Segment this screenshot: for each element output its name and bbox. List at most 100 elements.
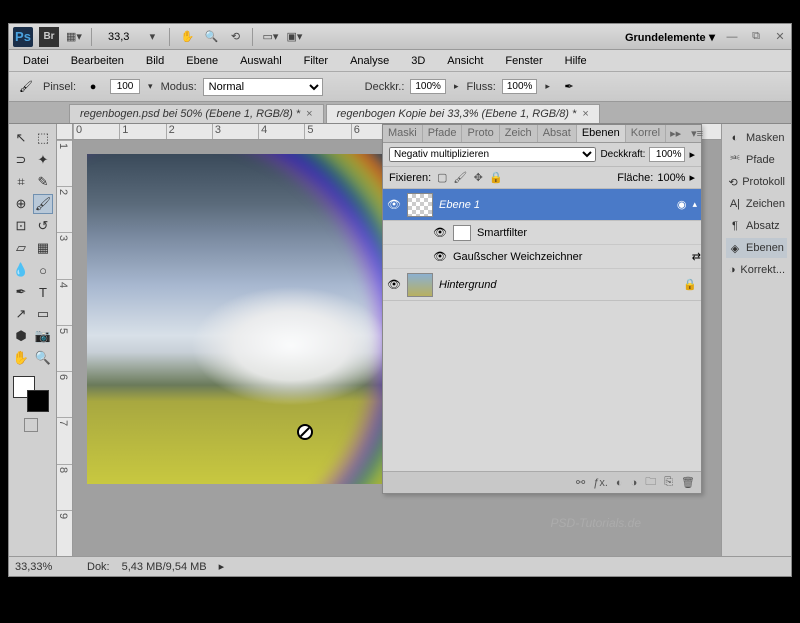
ruler-origin[interactable] — [57, 124, 73, 140]
layer-thumbnail[interactable] — [407, 193, 433, 217]
opacity-slider-icon[interactable]: ▸ — [452, 81, 461, 92]
gradient-tool-icon[interactable]: ▦ — [33, 238, 53, 258]
panel-tab[interactable]: Maski — [383, 125, 423, 142]
tab-close-icon[interactable]: × — [582, 108, 588, 120]
menu-analysis[interactable]: Analyse — [340, 52, 399, 70]
fill-slider-icon[interactable]: ▸ — [689, 171, 695, 184]
dock-absatz[interactable]: ¶Absatz — [726, 216, 787, 236]
move-tool-icon[interactable]: ↖ — [11, 128, 31, 148]
expand-icon[interactable]: ▴ — [692, 199, 697, 210]
brush-tool-icon[interactable]: 🖌 — [33, 194, 53, 214]
flow-input[interactable]: 100% — [502, 79, 538, 94]
maximize-button[interactable]: ⧉ — [749, 30, 763, 44]
menu-file[interactable]: Datei — [13, 52, 59, 70]
zoom-tool-icon[interactable]: 🔍 — [33, 348, 53, 368]
brush-preview-icon[interactable]: ● — [82, 76, 104, 98]
airbrush-icon[interactable]: ✒ — [558, 76, 580, 98]
menu-window[interactable]: Fenster — [495, 52, 552, 70]
dock-protokoll[interactable]: ⟲Protokoll — [726, 172, 787, 192]
close-button[interactable]: ✕ — [773, 30, 787, 44]
dodge-tool-icon[interactable]: ○ — [33, 260, 53, 280]
menu-image[interactable]: Bild — [136, 52, 174, 70]
document-tab[interactable]: regenbogen.psd bei 50% (Ebene 1, RGB/8) … — [69, 104, 324, 123]
ruler-vertical[interactable]: 123456789 — [57, 140, 73, 556]
background-color[interactable] — [27, 390, 49, 412]
crop-tool-icon[interactable]: ⌗ — [11, 172, 31, 192]
wand-tool-icon[interactable]: ✦ — [33, 150, 53, 170]
opacity-input[interactable]: 100% — [410, 79, 446, 94]
status-doc-size[interactable]: 5,43 MB/9,54 MB — [122, 561, 207, 573]
eyedropper-tool-icon[interactable]: ✎ — [33, 172, 53, 192]
layer-name[interactable]: Hintergrund — [439, 279, 677, 291]
menu-help[interactable]: Hilfe — [555, 52, 597, 70]
layer-row[interactable]: 👁 Ebene 1 ◉ ▴ — [383, 189, 701, 221]
bridge-icon[interactable]: Br — [39, 27, 59, 47]
document-tab[interactable]: regenbogen Kopie bei 33,3% (Ebene 1, RGB… — [326, 104, 600, 123]
hand-tool-icon[interactable]: ✋ — [178, 28, 196, 46]
adjustment-layer-icon[interactable]: ◑ — [631, 477, 638, 489]
layer-mask-icon[interactable]: ◐ — [616, 477, 623, 489]
path-select-icon[interactable]: ↗ — [11, 304, 31, 324]
panel-tab[interactable]: Absat — [538, 125, 577, 142]
dock-pfade[interactable]: ⎃Pfade — [726, 150, 787, 170]
lock-pixels-icon[interactable]: 🖌 — [453, 171, 467, 185]
panel-tab[interactable]: Pfade — [423, 125, 463, 142]
menu-3d[interactable]: 3D — [401, 52, 435, 70]
panel-menu-icon[interactable]: ▾≡ — [685, 125, 709, 142]
panel-tab[interactable]: Ebenen — [577, 125, 626, 142]
panel-tab[interactable]: Proto — [462, 125, 499, 142]
minimize-button[interactable]: — — [725, 30, 739, 44]
panel-collapse-icon[interactable]: ▸▸ — [666, 125, 685, 142]
fill-input[interactable]: 100% — [657, 172, 685, 184]
history-brush-icon[interactable]: ↺ — [33, 216, 53, 236]
layer-fx-icon[interactable]: ƒx. — [593, 477, 608, 489]
status-zoom[interactable]: 33,33% — [15, 561, 75, 573]
dock-masken[interactable]: ◐Masken — [726, 128, 787, 148]
delete-layer-icon[interactable]: 🗑 — [681, 476, 695, 489]
blur-tool-icon[interactable]: 💧 — [11, 260, 31, 280]
new-layer-icon[interactable]: ⎘ — [664, 476, 673, 489]
workspace-selector[interactable]: Grundelemente ▾ — [625, 30, 715, 44]
dock-zeichen[interactable]: A|Zeichen — [726, 194, 787, 214]
pen-tool-icon[interactable]: ✒ — [11, 282, 31, 302]
filter-options-icon[interactable]: ⇄ — [692, 250, 701, 263]
dock-ebenen[interactable]: ◈Ebenen — [726, 238, 787, 258]
layer-opacity-input[interactable]: 100% — [649, 147, 685, 162]
smartfilter-row[interactable]: 👁 Smartfilter — [383, 221, 701, 245]
eraser-tool-icon[interactable]: ▱ — [11, 238, 31, 258]
layer-group-icon[interactable]: 🗀 — [645, 473, 656, 492]
layout-icon[interactable]: ▦▾ — [65, 28, 83, 46]
flow-slider-icon[interactable]: ▸ — [543, 81, 552, 92]
layer-thumbnail[interactable] — [407, 273, 433, 297]
filter-mask-thumbnail[interactable] — [453, 225, 471, 241]
lock-position-icon[interactable]: ✥ — [471, 171, 485, 185]
brush-size-input[interactable]: 100 — [110, 79, 140, 94]
color-swatches[interactable] — [11, 376, 51, 412]
quickmask-toggle[interactable] — [11, 418, 51, 434]
zoom-tool-icon[interactable]: 🔍 — [202, 28, 220, 46]
menu-filter[interactable]: Filter — [294, 52, 338, 70]
visibility-icon[interactable]: 👁 — [433, 250, 447, 263]
menu-view[interactable]: Ansicht — [437, 52, 493, 70]
blend-mode-select[interactable]: Normal — [203, 78, 323, 96]
opacity-slider-icon[interactable]: ▸ — [689, 148, 695, 161]
brush-dropdown-icon[interactable]: ▾ — [146, 81, 155, 92]
zoom-dropdown-icon[interactable]: ▾ — [143, 28, 161, 46]
marquee-tool-icon[interactable]: ⬚ — [33, 128, 53, 148]
brush-tool-icon[interactable]: 🖌 — [15, 76, 37, 98]
layer-name[interactable]: Ebene 1 — [439, 199, 671, 211]
dock-korrekt[interactable]: ◑Korrekt... — [726, 260, 787, 280]
filter-row[interactable]: 👁 Gaußscher Weichzeichner ⇄ — [383, 245, 701, 269]
status-dropdown-icon[interactable]: ▸ — [219, 560, 225, 573]
menu-select[interactable]: Auswahl — [230, 52, 292, 70]
3d-tool-icon[interactable]: ⬢ — [11, 326, 31, 346]
link-layers-icon[interactable]: ⚯ — [576, 476, 585, 489]
3d-camera-icon[interactable]: 📷 — [33, 326, 53, 346]
visibility-icon[interactable]: 👁 — [387, 198, 401, 211]
hand-tool-icon[interactable]: ✋ — [11, 348, 31, 368]
rotate-view-icon[interactable]: ⟲ — [226, 28, 244, 46]
menu-edit[interactable]: Bearbeiten — [61, 52, 134, 70]
stamp-tool-icon[interactable]: ⊡ — [11, 216, 31, 236]
lock-transparency-icon[interactable]: ▢ — [435, 171, 449, 185]
layer-row[interactable]: 👁 Hintergrund 🔒 — [383, 269, 701, 301]
